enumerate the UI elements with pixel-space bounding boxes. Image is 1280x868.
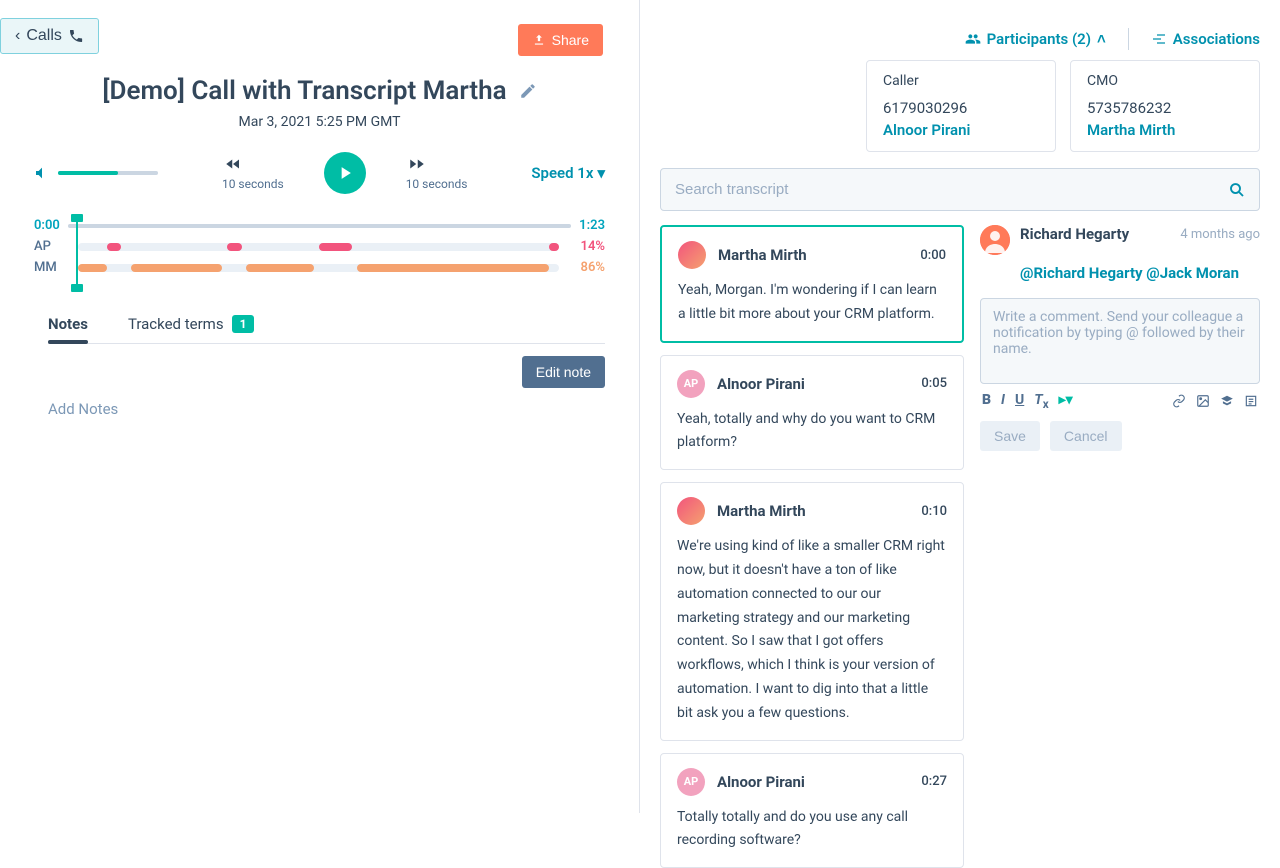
participants-label: Participants (2) <box>987 30 1091 48</box>
segment-time: 0:05 <box>921 376 947 391</box>
speaker-name: Alnoor Pirani <box>717 375 909 393</box>
speaker-name: Martha Mirth <box>718 246 908 264</box>
cancel-comment-button[interactable]: Cancel <box>1050 421 1122 451</box>
participant-card[interactable]: Caller 6179030296 Alnoor Pirani <box>866 60 1056 152</box>
associations-icon <box>1151 31 1167 47</box>
snippet-button[interactable] <box>1244 394 1258 408</box>
track-pct-mm: 86% <box>569 260 605 275</box>
segment-text: We're using kind of like a smaller CRM r… <box>677 535 947 725</box>
speed-dropdown[interactable]: Speed 1x ▾ <box>531 164 605 182</box>
participant-card[interactable]: CMO 5735786232 Martha Mirth <box>1070 60 1260 152</box>
participant-role: Caller <box>883 73 1039 89</box>
chevron-down-icon: ▾ <box>597 164 605 182</box>
segment-time: 0:27 <box>921 774 947 789</box>
speaker-avatar <box>678 241 706 269</box>
transcript-segment[interactable]: Martha Mirth 0:10 We're using kind of li… <box>660 482 964 740</box>
track-label-ap: AP <box>34 239 68 254</box>
rewind-10-button[interactable]: 10 seconds <box>222 155 284 191</box>
edit-note-button[interactable]: Edit note <box>522 356 605 388</box>
transcript-segment[interactable]: AP Alnoor Pirani 0:27 Totally totally an… <box>660 753 964 868</box>
participant-name[interactable]: Alnoor Pirani <box>883 121 1039 139</box>
track-pct-ap: 14% <box>569 239 605 254</box>
call-subtitle: Mar 3, 2021 5:25 PM GMT <box>0 114 639 130</box>
commenter-avatar <box>980 225 1010 255</box>
volume-icon <box>34 165 50 181</box>
speed-label: Speed 1x <box>531 164 593 182</box>
more-format-button[interactable]: ▸▾ <box>1059 392 1073 411</box>
tab-tracked-label: Tracked terms <box>128 315 224 333</box>
participants-toggle[interactable]: Participants (2) ˄ <box>965 30 1106 48</box>
chevron-left-icon: ‹ <box>15 27 20 45</box>
forward-label: 10 seconds <box>406 177 468 191</box>
back-label: Calls <box>26 27 62 45</box>
participant-phone: 5735786232 <box>1087 99 1243 117</box>
search-transcript-input[interactable] <box>660 168 1260 211</box>
bold-button[interactable]: B <box>982 392 991 411</box>
participants-icon <box>965 31 981 47</box>
divider <box>1128 28 1129 50</box>
speaker-avatar: AP <box>677 370 705 398</box>
rewind-label: 10 seconds <box>222 177 284 191</box>
track-label-mm: MM <box>34 260 68 275</box>
speaker-name: Martha Mirth <box>717 502 909 520</box>
associations-link[interactable]: Associations <box>1151 30 1260 48</box>
edit-title-icon[interactable] <box>519 82 537 100</box>
speaker-avatar <box>677 497 705 525</box>
share-icon <box>532 33 546 47</box>
underline-button[interactable]: U <box>1015 392 1024 411</box>
tab-notes[interactable]: Notes <box>48 315 88 343</box>
participant-phone: 6179030296 <box>883 99 1039 117</box>
comment-composer[interactable]: Write a comment. Send your colleague a n… <box>980 298 1260 384</box>
play-button[interactable] <box>324 152 366 194</box>
back-to-calls-button[interactable]: ‹ Calls <box>0 18 99 54</box>
transcript-segment[interactable]: AP Alnoor Pirani 0:05 Yeah, totally and … <box>660 355 964 471</box>
speaker-avatar: AP <box>677 768 705 796</box>
academy-button[interactable] <box>1220 394 1234 408</box>
composer-toolbar: B I U Tx ▸▾ <box>980 392 1260 411</box>
participant-role: CMO <box>1087 73 1243 89</box>
segment-text: Yeah, Morgan. I'm wondering if I can lea… <box>678 279 946 327</box>
associations-label: Associations <box>1173 30 1260 48</box>
participant-name[interactable]: Martha Mirth <box>1087 121 1243 139</box>
notes-placeholder[interactable]: Add Notes <box>48 400 605 418</box>
segment-time: 0:10 <box>921 504 947 519</box>
segment-time: 0:00 <box>920 248 946 263</box>
forward-10-button[interactable]: 10 seconds <box>406 155 468 191</box>
segment-text: Yeah, totally and why do you want to CRM… <box>677 408 947 456</box>
share-label: Share <box>552 32 589 48</box>
italic-button[interactable]: I <box>1001 392 1005 411</box>
speaker-track-ap[interactable] <box>78 243 559 251</box>
link-button[interactable] <box>1172 394 1186 408</box>
image-button[interactable] <box>1196 394 1210 408</box>
comment-age: 4 months ago <box>1180 227 1260 242</box>
commenter-name: Richard Hegarty <box>1020 225 1129 243</box>
phone-icon <box>68 28 84 44</box>
call-title: [Demo] Call with Transcript Martha <box>102 76 506 106</box>
clear-format-button[interactable]: Tx <box>1034 392 1048 411</box>
speaker-name: Alnoor Pirani <box>717 773 909 791</box>
volume-slider[interactable] <box>58 171 158 175</box>
transcript-segment[interactable]: Martha Mirth 0:00 Yeah, Morgan. I'm wond… <box>660 225 964 343</box>
save-comment-button[interactable]: Save <box>980 421 1040 451</box>
comment-mentions[interactable]: @Richard Hegarty @Jack Moran <box>1020 264 1239 282</box>
chevron-up-icon: ˄ <box>1097 30 1106 48</box>
speaker-track-mm[interactable] <box>78 264 559 272</box>
volume-control[interactable] <box>34 165 158 181</box>
share-button[interactable]: Share <box>518 24 603 56</box>
playhead[interactable] <box>76 220 78 286</box>
search-icon[interactable] <box>1228 181 1246 199</box>
tracked-badge: 1 <box>232 315 255 333</box>
tab-notes-label: Notes <box>48 315 88 333</box>
tab-tracked-terms[interactable]: Tracked terms 1 <box>128 315 255 343</box>
